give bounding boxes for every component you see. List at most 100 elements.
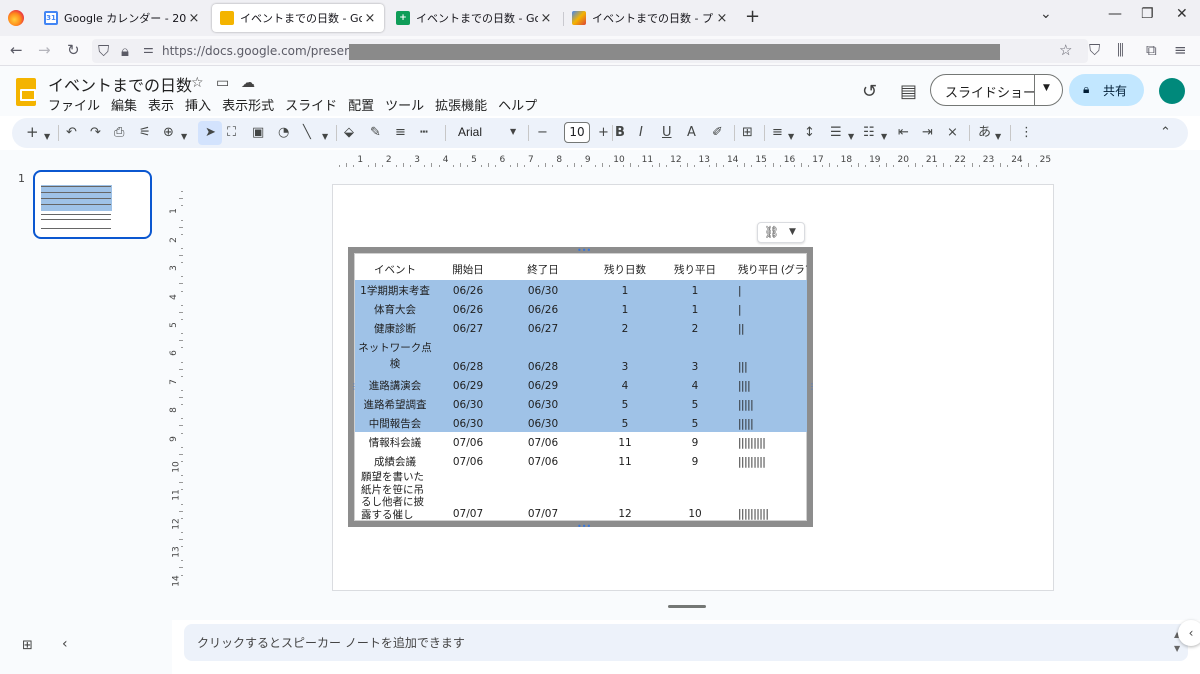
redo-icon[interactable]: ↷	[90, 124, 101, 142]
input-tools-caret-icon[interactable]: ▼	[995, 128, 1001, 146]
cursor-arrow-icon[interactable]: ➤	[205, 124, 216, 142]
link-icon[interactable]: ⛓	[764, 225, 779, 239]
insert-comment-icon[interactable]: ⊞	[742, 124, 753, 142]
slideshow-button[interactable]: スライドショー ▼	[930, 74, 1063, 106]
speaker-notes-panel[interactable]: クリックするとスピーカー ノートを追加できます ▲ ▼	[184, 624, 1188, 661]
line-spacing-icon[interactable]: ↕	[804, 124, 815, 142]
close-icon[interactable]: ×	[714, 11, 730, 26]
version-history-icon[interactable]: ↺	[862, 81, 877, 102]
line-icon[interactable]: ╲	[303, 124, 311, 142]
border-dash-icon[interactable]: ┅	[420, 124, 428, 142]
share-button[interactable]: 🔒︎ 共有	[1069, 74, 1144, 106]
browser-tab-slides[interactable]: イベントまでの日数 - Google スライ ×	[212, 4, 384, 32]
line-caret-icon[interactable]: ▼	[322, 128, 328, 146]
new-slide-plus-icon[interactable]: +	[26, 123, 39, 141]
speaker-notes-placeholder[interactable]: クリックするとスピーカー ノートを追加できます	[197, 634, 465, 651]
border-color-icon[interactable]: ✎	[370, 124, 381, 142]
collapse-menu-chevron-icon[interactable]: ⌃	[1160, 124, 1171, 142]
new-slide-caret-icon[interactable]: ▼	[44, 128, 50, 146]
font-family-select[interactable]: Arial	[458, 125, 482, 139]
bottom-resize-handle[interactable]: •••	[577, 522, 591, 531]
decrease-indent-icon[interactable]: ⇤	[898, 124, 909, 142]
library-icon[interactable]: ⫼	[1117, 41, 1124, 59]
side-panel-toggle-button[interactable]: ‹	[1178, 620, 1200, 646]
menu-format[interactable]: 表示形式	[222, 95, 274, 114]
bold-icon[interactable]: B	[615, 124, 625, 142]
print-icon[interactable]: ⎙	[114, 124, 124, 142]
numbered-list-icon[interactable]: ☷	[863, 124, 875, 142]
menu-extensions[interactable]: 拡張機能	[435, 95, 487, 114]
extensions-icon[interactable]: ⧉	[1146, 41, 1157, 59]
paint-format-icon[interactable]: ⚟	[139, 124, 151, 142]
grid-view-icon[interactable]: ⊞	[22, 638, 33, 653]
shield-icon[interactable]: ⛉	[98, 42, 109, 60]
comments-icon[interactable]: ▤	[900, 81, 917, 102]
lock-icon[interactable]: 🔒︎	[121, 42, 129, 60]
close-icon[interactable]: ×	[186, 11, 202, 26]
menu-file[interactable]: ファイル	[48, 95, 100, 114]
menu-hamburger-icon[interactable]: ≡	[1174, 41, 1187, 59]
restore-icon[interactable]: ❐	[1141, 6, 1154, 22]
linked-table-object[interactable]: イベント 開始日 終了日 残り日数 残り平日 残り平日 (グラフ 1学期期末考査…	[348, 247, 813, 527]
pocket-icon[interactable]: ⛉	[1089, 41, 1100, 59]
close-icon[interactable]: ×	[538, 11, 554, 26]
left-resize-handle[interactable]: ⋮	[350, 382, 358, 391]
chevron-down-icon[interactable]: ▼	[789, 227, 796, 237]
linked-object-chip[interactable]: ⛓ ▼	[757, 222, 805, 243]
align-caret-icon[interactable]: ▼	[788, 128, 794, 146]
zoom-icon[interactable]: ⊕	[163, 124, 174, 142]
notes-resize-handle[interactable]	[668, 605, 706, 608]
italic-icon[interactable]: I	[639, 124, 643, 142]
align-icon[interactable]: ≡	[772, 124, 783, 142]
bulleted-list-caret-icon[interactable]: ▼	[848, 128, 854, 146]
permissions-icon[interactable]: ⚌	[143, 42, 154, 56]
menu-view[interactable]: 表示	[148, 95, 174, 114]
slide-thumbnail[interactable]	[33, 170, 152, 239]
font-size-input[interactable]: 10	[564, 122, 590, 143]
increase-font-size-icon[interactable]: +	[598, 124, 609, 142]
avatar[interactable]	[1159, 78, 1185, 104]
text-color-icon[interactable]: A	[687, 124, 696, 142]
forward-arrow-icon[interactable]: →	[38, 41, 51, 59]
browser-tab-sheets[interactable]: + イベントまでの日数 - Google スプレ ×	[388, 4, 560, 32]
decrease-font-size-icon[interactable]: −	[537, 124, 548, 142]
menu-tools[interactable]: ツール	[385, 95, 424, 114]
new-tab-plus-icon[interactable]: +	[745, 6, 760, 27]
highlight-pen-icon[interactable]: ✐	[712, 124, 723, 142]
move-folder-icon[interactable]: ▭	[216, 75, 229, 91]
shape-icon[interactable]: ◔	[278, 124, 289, 142]
chevron-down-icon[interactable]: ▼	[1043, 83, 1050, 93]
menu-edit[interactable]: 編集	[111, 95, 137, 114]
input-tools-icon[interactable]: あ	[978, 124, 991, 142]
clear-formatting-icon[interactable]: ⨯	[947, 124, 958, 142]
menu-arrange[interactable]: 配置	[348, 95, 374, 114]
top-resize-handle[interactable]: •••	[577, 246, 591, 255]
zoom-caret-icon[interactable]: ▼	[181, 128, 187, 146]
more-options-icon[interactable]: ⋮	[1020, 124, 1033, 142]
frame-select-icon[interactable]: ⛶	[227, 124, 236, 142]
border-weight-icon[interactable]: ≡	[395, 124, 406, 142]
underline-icon[interactable]: U	[662, 124, 672, 142]
document-title[interactable]: イベントまでの日数	[48, 72, 192, 96]
browser-tab-calendar[interactable]: 31 Google カレンダー - 2023年 6月 2 ×	[36, 4, 208, 32]
fill-color-icon[interactable]: ⬙	[344, 124, 354, 142]
menu-slide[interactable]: スライド	[285, 95, 337, 114]
firefox-logo-icon[interactable]	[8, 10, 24, 26]
window-close-icon[interactable]: ✕	[1176, 6, 1188, 22]
font-caret-icon[interactable]: ▼	[510, 127, 516, 136]
back-arrow-icon[interactable]: ←	[10, 41, 23, 59]
image-icon[interactable]: ▣	[252, 124, 264, 142]
url-bar[interactable]: ⛉ 🔒︎ ⚌ https://docs.google.com/presentat…	[92, 39, 1088, 63]
browser-tab-project[interactable]: イベントまでの日数 - プロジェクト編 ×	[564, 4, 736, 32]
increase-indent-icon[interactable]: ⇥	[922, 124, 933, 142]
bulleted-list-icon[interactable]: ☰	[830, 124, 842, 142]
slides-logo-icon[interactable]	[16, 78, 36, 106]
close-icon[interactable]: ×	[362, 11, 378, 26]
right-resize-handle[interactable]: ⋮	[808, 382, 816, 391]
numbered-list-caret-icon[interactable]: ▼	[881, 128, 887, 146]
tab-list-chevron-icon[interactable]: ⌄	[1040, 6, 1052, 22]
bookmark-star-icon[interactable]: ☆	[1059, 41, 1072, 59]
star-icon[interactable]: ☆	[191, 75, 204, 91]
menu-help[interactable]: ヘルプ	[498, 95, 537, 114]
minimize-icon[interactable]: —	[1108, 6, 1122, 22]
